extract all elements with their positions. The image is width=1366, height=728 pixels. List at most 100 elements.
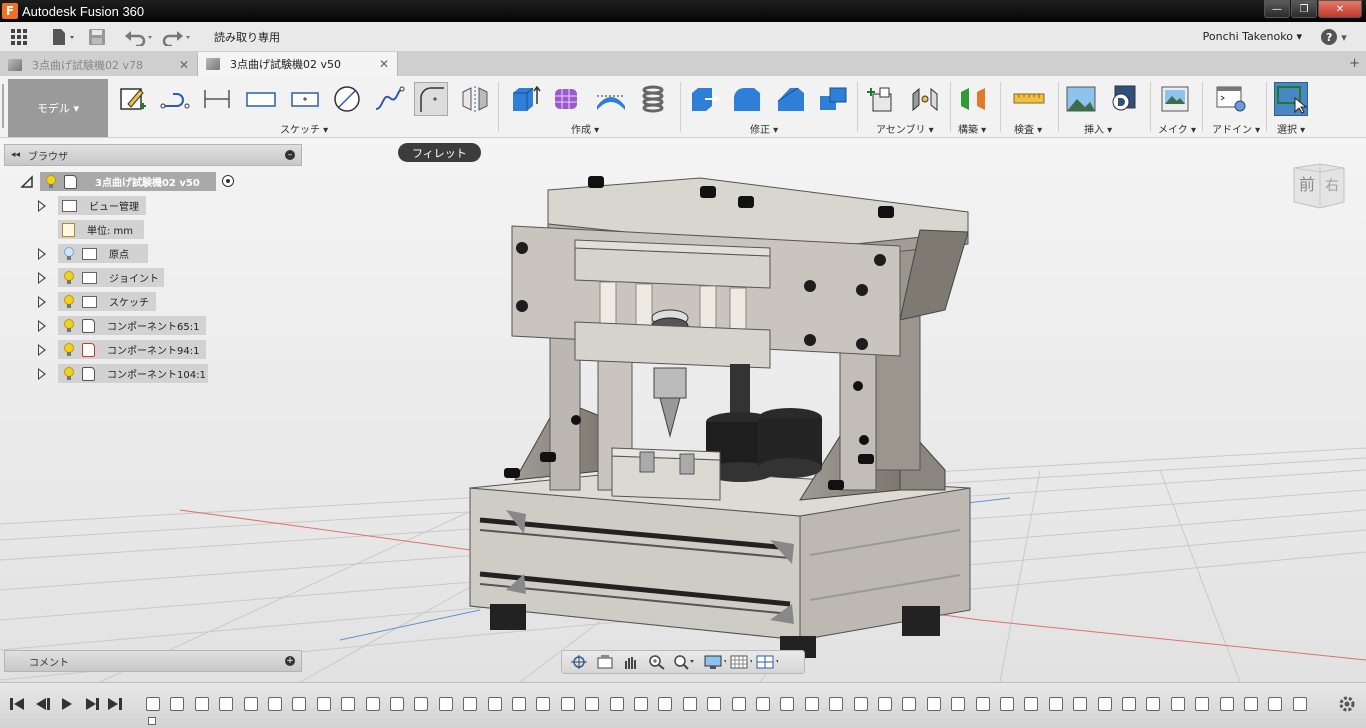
circle-tool-icon[interactable] xyxy=(330,82,364,116)
timeline-feature-icon[interactable] xyxy=(1073,697,1088,711)
browser-item-units[interactable]: 単位: mm xyxy=(58,220,144,239)
redo-icon[interactable] xyxy=(162,24,194,50)
zoom-icon[interactable] xyxy=(646,653,668,671)
minimize-browser-icon[interactable]: – xyxy=(285,150,295,160)
pan-hand-icon[interactable] xyxy=(620,653,642,671)
tab-document-v78[interactable]: 3点曲げ試験機02 v78 ✕ xyxy=(0,54,198,76)
timeline-feature-icon[interactable] xyxy=(926,697,941,711)
timeline-feature-icon[interactable] xyxy=(707,697,722,711)
timeline-feature-icon[interactable] xyxy=(219,697,234,711)
center-rectangle-tool-icon[interactable] xyxy=(288,82,322,116)
expand-triangle-icon[interactable] xyxy=(38,344,46,356)
fit-zoom-icon[interactable] xyxy=(672,653,694,671)
timeline-feature-icon[interactable] xyxy=(878,697,892,711)
timeline-feature-icon[interactable] xyxy=(1024,697,1039,711)
sketch-group-label[interactable]: スケッチ ▾ xyxy=(280,121,328,136)
save-icon[interactable] xyxy=(88,24,106,50)
create-sketch-icon[interactable] xyxy=(116,82,150,116)
timeline-end-icon[interactable] xyxy=(106,695,124,713)
browser-panel-header[interactable]: ◂◂ ブラウザ – xyxy=(4,144,302,166)
offset-plane-icon[interactable] xyxy=(956,82,990,116)
browser-item-component-94[interactable]: コンポーネント94:1 xyxy=(58,340,206,359)
coil-icon[interactable] xyxy=(636,82,670,116)
browser-item-component-65[interactable]: コンポーネント65:1 xyxy=(58,316,206,335)
timeline-feature-icon[interactable] xyxy=(414,697,429,711)
viewports-icon[interactable] xyxy=(756,653,778,671)
select-group-label[interactable]: 選択 ▾ xyxy=(1277,121,1305,136)
file-menu-icon[interactable] xyxy=(50,24,78,50)
timeline-feature-icon[interactable] xyxy=(170,697,185,711)
timeline-feature-icon[interactable] xyxy=(975,697,990,711)
viewcube-right-face[interactable]: 右 xyxy=(1325,178,1339,194)
insert-mcmaster-icon[interactable] xyxy=(1106,82,1140,116)
visibility-bulb-icon[interactable] xyxy=(64,319,74,332)
timeline-start-icon[interactable] xyxy=(8,695,26,713)
timeline-feature-icon[interactable] xyxy=(1268,697,1283,711)
addins-group-label[interactable]: アドイン ▾ xyxy=(1212,121,1260,136)
expand-triangle-icon[interactable] xyxy=(38,200,46,212)
timeline-settings-gear-icon[interactable] xyxy=(1338,695,1356,713)
timeline-feature-icon[interactable] xyxy=(951,697,966,711)
timeline-feature-icon[interactable] xyxy=(1170,697,1185,711)
timeline-feature-icon[interactable] xyxy=(609,697,624,711)
browser-item-joints[interactable]: ジョイント xyxy=(58,268,164,287)
timeline-feature-icon[interactable] xyxy=(1097,697,1112,711)
timeline-feature-icon[interactable] xyxy=(365,697,380,711)
viewcube[interactable]: 前 右 xyxy=(1290,158,1348,210)
add-comment-icon[interactable]: + xyxy=(285,656,295,666)
timeline-feature-icon[interactable] xyxy=(585,697,600,711)
extrude-icon[interactable] xyxy=(508,82,542,116)
timeline-feature-icon[interactable] xyxy=(292,697,307,711)
timeline-feature-icon[interactable] xyxy=(682,697,697,711)
root-component-item[interactable]: 3点曲げ試験機02 v50 xyxy=(40,172,234,191)
data-panel-grid-icon[interactable] xyxy=(10,24,28,50)
timeline-feature-icon[interactable] xyxy=(146,697,160,711)
timeline-feature-icon[interactable] xyxy=(731,697,746,711)
comments-panel-header[interactable]: コメント + xyxy=(4,650,302,672)
timeline-feature-icon[interactable] xyxy=(829,697,844,711)
timeline-feature-icon[interactable] xyxy=(780,697,795,711)
timeline-marker[interactable] xyxy=(148,717,156,725)
timeline-feature-icon[interactable] xyxy=(536,697,551,711)
timeline-feature-icon[interactable] xyxy=(853,697,868,711)
expand-triangle-icon[interactable] xyxy=(38,272,46,284)
fillet-tool-icon[interactable] xyxy=(414,82,448,116)
expand-triangle-icon[interactable] xyxy=(38,368,46,380)
select-tool-icon[interactable] xyxy=(1274,82,1308,116)
orbit-icon[interactable] xyxy=(568,653,590,671)
timeline-feature-icon[interactable] xyxy=(1244,697,1258,711)
timeline-feature-icon[interactable] xyxy=(487,697,502,711)
timeline-feature-icon[interactable] xyxy=(1048,697,1063,711)
timeline-feature-icon[interactable] xyxy=(756,697,770,711)
look-at-icon[interactable] xyxy=(594,653,616,671)
browser-item-sketches[interactable]: スケッチ xyxy=(58,292,156,311)
timeline-feature-icon[interactable] xyxy=(341,697,356,711)
scripts-addins-icon[interactable] xyxy=(1214,82,1248,116)
visibility-bulb-icon[interactable] xyxy=(64,295,74,308)
workspace-switcher[interactable]: モデル ▾ xyxy=(8,79,108,137)
inspect-group-label[interactable]: 検査 ▾ xyxy=(1014,121,1042,136)
new-component-icon[interactable] xyxy=(864,82,898,116)
timeline-play-icon[interactable] xyxy=(58,695,76,713)
timeline-feature-icon[interactable] xyxy=(658,697,673,711)
minimize-button[interactable]: — xyxy=(1264,0,1290,18)
tab-document-v50[interactable]: 3点曲げ試験機02 v50 ✕ xyxy=(198,52,398,76)
spline-tool-icon[interactable] xyxy=(372,82,406,116)
dimension-tool-icon[interactable] xyxy=(200,82,234,116)
3d-viewport[interactable] xyxy=(0,138,1366,682)
timeline-feature-icon[interactable] xyxy=(194,697,209,711)
timeline-feature-icon[interactable] xyxy=(463,697,478,711)
browser-root-row[interactable]: 3点曲げ試験機02 v50 xyxy=(20,172,250,192)
expanded-triangle-icon[interactable] xyxy=(20,175,34,189)
visibility-bulb-icon[interactable] xyxy=(64,247,74,260)
modify-group-label[interactable]: 修正 ▾ xyxy=(750,121,778,136)
make-group-label[interactable]: メイク ▾ xyxy=(1158,121,1196,136)
fillet-solid-icon[interactable] xyxy=(730,82,764,116)
viewcube-front-face[interactable]: 前 xyxy=(1299,175,1315,194)
model-canvas[interactable] xyxy=(0,138,1366,682)
insert-group-label[interactable]: 挿入 ▾ xyxy=(1084,121,1112,136)
timeline-feature-icon[interactable] xyxy=(438,697,453,711)
mirror-tool-icon[interactable] xyxy=(458,82,492,116)
expand-triangle-icon[interactable] xyxy=(38,296,46,308)
maximize-button[interactable]: ❐ xyxy=(1291,0,1317,18)
